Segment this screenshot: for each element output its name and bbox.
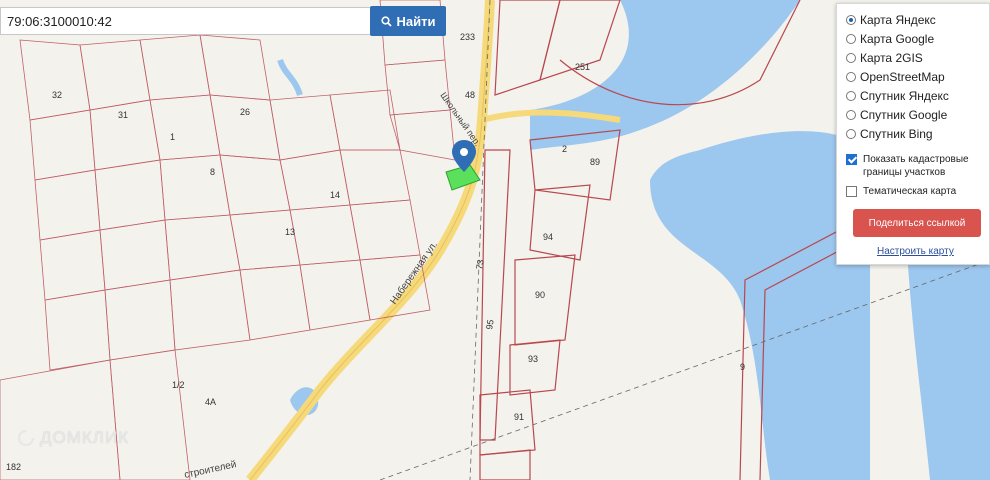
layer-option[interactable]: OpenStreetMap [846,68,945,86]
layer-label: Спутник Яндекс [860,89,949,103]
search-input[interactable] [0,7,370,35]
parcel-number-label: 182 [6,462,21,472]
parcel-number-label: 94 [543,232,553,242]
parcel-number-label: 26 [240,107,250,117]
share-link-button[interactable]: Поделиться ссылкой [853,209,981,237]
watermark-text: ДОМКЛИК [40,428,130,447]
layer-option[interactable]: Спутник Google [846,106,947,124]
layer-radio[interactable] [846,91,856,101]
layer-option[interactable]: Спутник Bing [846,125,933,143]
layer-radio[interactable] [846,53,856,63]
search-icon [380,15,392,27]
cadastral-label: Показать кадастровые границы участков [863,153,969,179]
layer-label: Карта Google [860,32,935,46]
cadastral-label-line2: границы участков [863,167,946,178]
search-button[interactable]: Найти [370,6,446,36]
layer-radio[interactable] [846,34,856,44]
layer-option[interactable]: Карта 2GIS [846,49,923,67]
domclick-logo-icon [18,430,34,446]
parcel-number-label: 89 [590,157,600,167]
layer-label: Карта 2GIS [860,51,923,65]
parcel-number-label: 233 [460,32,475,42]
cadastral-label-line1: Показать кадастровые [863,154,969,165]
cadastral-checkbox-row[interactable]: Показать кадастровые границы участков [846,153,969,179]
layer-label: Спутник Bing [860,127,933,141]
layer-radio[interactable] [846,129,856,139]
parcel-number-label: 73 [474,259,486,271]
thematic-checkbox[interactable] [846,186,857,197]
parcel-number-label: 1/2 [172,380,185,390]
parcel-number-label: 93 [528,354,538,364]
layer-label: OpenStreetMap [860,70,945,84]
parcel-number-label: 48 [465,90,475,100]
layer-radio[interactable] [846,15,856,25]
search-button-label: Найти [396,13,436,29]
layer-option[interactable]: Спутник Яндекс [846,87,949,105]
domclick-watermark: ДОМКЛИК [18,428,129,448]
parcel-number-label: 14 [330,190,340,200]
thematic-checkbox-row[interactable]: Тематическая карта [846,185,956,198]
parcel-number-label: 9 [740,362,745,372]
layer-radio[interactable] [846,72,856,82]
parcel-number-label: 32 [52,90,62,100]
parcel-number-label: 1 [170,132,175,142]
layer-label: Спутник Google [860,108,948,122]
layer-option[interactable]: Карта Google [846,30,934,48]
parcel-number-label: 4А [205,397,216,407]
layer-radio[interactable] [846,110,856,120]
parcel-number-label: 31 [118,110,128,120]
parcel-number-label: 8 [210,167,215,177]
parcel-number-label: 13 [285,227,295,237]
parcel-number-label: 95 [484,319,496,331]
search-bar: Найти [0,6,448,37]
parcel-number-label: 91 [514,412,524,422]
map-layer-panel: Карта Яндекс Карта Google Карта 2GIS OpenSt… [836,3,990,265]
parcel-number-label: 90 [535,290,545,300]
cadastral-checkbox[interactable] [846,154,857,165]
configure-map-link[interactable]: Настроить карту [877,246,954,257]
layer-option[interactable]: Карта Яндекс [846,11,936,29]
layer-label: Карта Яндекс [860,13,936,27]
thematic-label: Тематическая карта [863,186,957,197]
parcel-number-label: 251 [575,62,590,72]
parcel-number-label: 2 [562,144,567,154]
